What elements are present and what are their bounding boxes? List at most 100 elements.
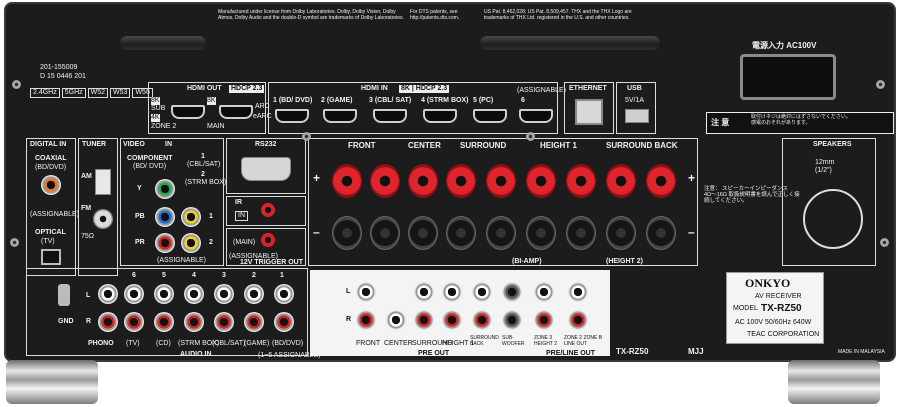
hdmi-in-label: HDMI IN [361, 85, 388, 92]
pre-out-zone2-r[interactable] [568, 310, 588, 330]
pre-out-height1-l[interactable] [442, 282, 462, 302]
thx-notice: US Pat. 8,462,028; US Pat. 8,509,457. TH… [484, 9, 632, 21]
height1-l-plus[interactable] [566, 164, 596, 198]
coaxial-jack[interactable] [41, 175, 61, 195]
component-y-jack[interactable] [155, 179, 175, 199]
hdmi-in-port-6[interactable] [519, 109, 553, 123]
gnd-terminal[interactable] [58, 284, 70, 306]
audio-in-4-l-jack[interactable] [184, 284, 204, 304]
hdmi-in-port-2[interactable] [323, 109, 357, 123]
ethernet-port[interactable] [575, 99, 603, 125]
pre-out-zone2-l[interactable] [568, 282, 588, 302]
dolby-notice: Manufactured under license from Dolby La… [218, 9, 404, 21]
surround-back-r-plus[interactable] [606, 164, 636, 198]
front-r-minus[interactable] [332, 216, 362, 250]
surround-back-l-minus[interactable] [646, 216, 676, 250]
optical-sub: (TV) [41, 238, 55, 245]
front-l-minus[interactable] [370, 216, 400, 250]
pre-out-ch-zone3: ZONE 3 HEIGHT 2 [534, 335, 557, 347]
hdmi-out-sub-port[interactable] [171, 105, 205, 119]
audio-in-5-r-jack[interactable] [154, 312, 174, 332]
video-label: VIDEO [123, 141, 145, 148]
screw-icon [302, 132, 311, 141]
height1-r-minus[interactable] [526, 216, 556, 250]
hdmi-in-port-5[interactable] [473, 109, 507, 123]
ir-in-label: IN [235, 211, 248, 221]
audio-in-3-r-jack[interactable] [214, 312, 234, 332]
pre-out-height1-r[interactable] [442, 310, 462, 330]
ir-in-jack[interactable] [261, 203, 275, 217]
height1-l-minus[interactable] [566, 216, 596, 250]
hdmi-in-port-1[interactable] [275, 109, 309, 123]
fm-antenna-jack[interactable] [93, 209, 113, 229]
audio-in-1-r-jack[interactable] [274, 312, 294, 332]
model-number: TX-RZ50 [761, 303, 802, 314]
front-l-plus[interactable] [370, 164, 400, 198]
pre-out-surround-r[interactable] [414, 310, 434, 330]
hdmi-in-label-3: 3 (CBL/ SAT) [369, 97, 412, 104]
hdmi-out-label: HDMI OUT [187, 85, 222, 92]
pre-out-ch-zone2: ZONE 2 ZONE B LINE OUT [564, 335, 603, 347]
ethernet-group: ETHERNET [564, 82, 614, 134]
pre-out-ch-center: CENTER [384, 340, 413, 347]
phono-l-jack[interactable] [98, 284, 118, 304]
pre-out-sub1[interactable] [502, 282, 522, 302]
rating-nameplate: ONKYO AV RECEIVER MODEL TX-RZ50 AC 100V … [726, 272, 824, 344]
front-r-plus[interactable] [332, 164, 362, 198]
audio-in-3-l-jack[interactable] [214, 284, 234, 304]
audio-in-4-r-jack[interactable] [184, 312, 204, 332]
pre-out-surround-l[interactable] [414, 282, 434, 302]
pre-out-front-r[interactable] [356, 310, 376, 330]
hdmi-in-port-3[interactable] [373, 109, 407, 123]
audio-in-number-3: 3 [222, 272, 226, 279]
pre-out-zone3-r[interactable] [534, 310, 554, 330]
surround-l-plus[interactable] [486, 164, 516, 198]
composite-1-jack[interactable] [181, 207, 201, 227]
pre-out-front-l[interactable] [356, 282, 376, 302]
speaker-wire-diagram: SPEAKERS 12mm (1/2") [782, 138, 876, 266]
surround-l-minus[interactable] [486, 216, 516, 250]
screw-icon [10, 238, 19, 247]
audio-in-2-l-jack[interactable] [244, 284, 264, 304]
height1-r-plus[interactable] [526, 164, 556, 198]
usb-port[interactable] [625, 109, 649, 123]
component-pb-jack[interactable] [155, 207, 175, 227]
hdmi-in-port-4[interactable] [423, 109, 457, 123]
audio-in-5-l-jack[interactable] [154, 284, 174, 304]
audio-in-name-game: (GAME) [244, 340, 270, 347]
pre-out-sub2[interactable] [502, 310, 522, 330]
audio-in-6-l-jack[interactable] [124, 284, 144, 304]
phono-r-jack[interactable] [98, 312, 118, 332]
surround-back-l-plus[interactable] [646, 164, 676, 198]
audio-in-6-r-jack[interactable] [124, 312, 144, 332]
center-label: CENTER [408, 141, 441, 150]
wire-strip-length: 12mm (1/2") [815, 159, 835, 174]
center-plus[interactable] [408, 164, 438, 198]
surround-back-r-minus[interactable] [606, 216, 636, 250]
center-minus[interactable] [408, 216, 438, 250]
wifi-antenna-left[interactable] [120, 36, 206, 50]
dts-notice: For DTS patents, see http://patents.dts.… [410, 9, 460, 21]
wire-diagram-icon [803, 189, 863, 249]
component-pr-jack[interactable] [155, 233, 175, 253]
wifi-antenna-right[interactable] [480, 36, 660, 50]
surround-r-minus[interactable] [446, 216, 476, 250]
audio-in-2-r-jack[interactable] [244, 312, 264, 332]
pre-out-zone3-l[interactable] [534, 282, 554, 302]
model-label: MODEL [733, 305, 758, 312]
surround-r-plus[interactable] [446, 164, 476, 198]
ac-power-inlet[interactable] [740, 54, 836, 100]
am-terminal[interactable] [95, 169, 111, 195]
screw-icon [876, 80, 885, 89]
audio-in-1-l-jack[interactable] [274, 284, 294, 304]
pre-out-sback-l[interactable] [472, 282, 492, 302]
composite-2-jack[interactable] [181, 233, 201, 253]
optical-port[interactable] [41, 249, 61, 265]
trigger-out-jack[interactable] [261, 233, 275, 247]
pre-out-center[interactable] [386, 310, 406, 330]
rs232-port[interactable] [241, 157, 291, 181]
hdmi-out-main-port[interactable] [219, 105, 253, 119]
hdmi-in-label-1: 1 (BD/ DVD) [273, 97, 313, 104]
pre-out-sback-r[interactable] [472, 310, 492, 330]
fm-ohm: 75Ω [81, 233, 95, 240]
